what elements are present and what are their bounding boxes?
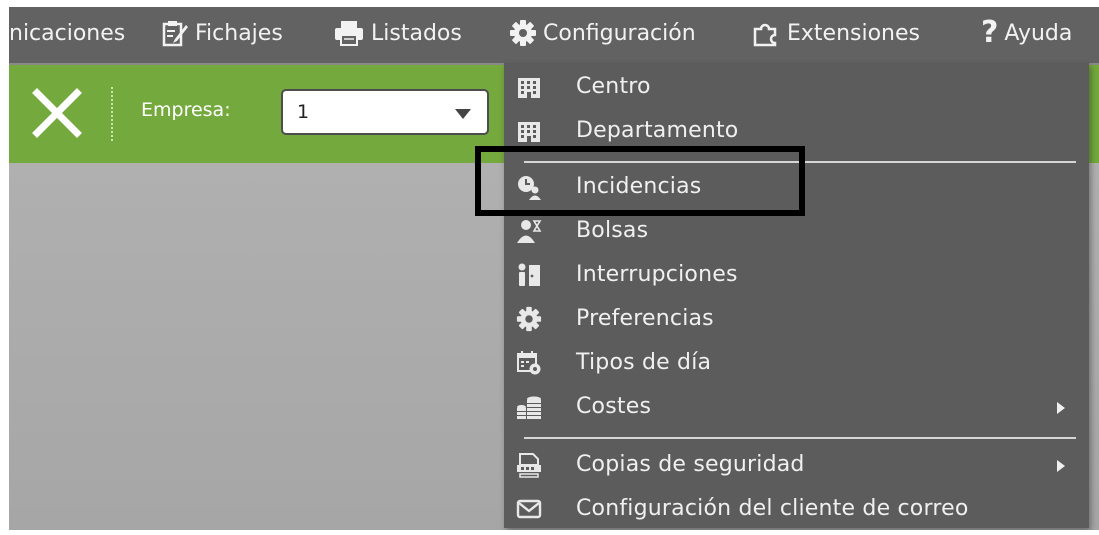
- menu-fichajes[interactable]: Fichajes: [161, 7, 283, 59]
- menu-comunicaciones[interactable]: nicaciones: [9, 7, 125, 59]
- chevron-right-icon: [1057, 402, 1065, 414]
- menu-item-tipos-de-dia[interactable]: Tipos de día: [504, 341, 1089, 385]
- menu-item-costes[interactable]: Costes: [504, 385, 1089, 429]
- menu-item-label: Copias de seguridad: [576, 452, 805, 477]
- highlight-annotation-box: [475, 146, 805, 216]
- menu-label: Extensiones: [787, 20, 920, 46]
- menu-listados[interactable]: Listados: [333, 7, 462, 59]
- menu-item-label: Costes: [576, 394, 652, 419]
- menu-item-label: Configuración del cliente de correo: [576, 496, 969, 521]
- gear-icon: [510, 20, 536, 46]
- building-icon: [518, 78, 540, 98]
- close-icon[interactable]: [31, 87, 83, 139]
- menu-label: Ayuda: [1004, 20, 1073, 46]
- chevron-right-icon: [1057, 460, 1065, 472]
- menu-label: Listados: [371, 20, 462, 46]
- menu-item-label: Interrupciones: [576, 262, 738, 287]
- menu-label: Fichajes: [195, 20, 283, 46]
- menu-item-label: Tipos de día: [576, 350, 712, 375]
- toolbar-separator: [111, 87, 113, 141]
- app-window: nicaciones Fichajes Listados Configuraci…: [9, 7, 1099, 530]
- envelope-icon: [516, 499, 542, 519]
- configuracion-dropdown-menu: Centro Departamento Incidencias Bolsas I…: [504, 63, 1089, 528]
- clipboard-pen-icon: [162, 21, 188, 47]
- gear-icon: [516, 306, 542, 332]
- menu-item-label: Departamento: [576, 118, 739, 143]
- menu-item-centro[interactable]: Centro: [504, 65, 1089, 109]
- menu-ayuda[interactable]: ? Ayuda: [981, 7, 1072, 59]
- question-icon: ?: [981, 15, 999, 50]
- menu-label: Configuración: [543, 20, 696, 46]
- user-hourglass-icon: [517, 220, 542, 243]
- backup-icon: [517, 453, 541, 478]
- empresa-select[interactable]: 1: [281, 89, 489, 135]
- menu-item-preferencias[interactable]: Preferencias: [504, 297, 1089, 341]
- menu-item-interrupciones[interactable]: Interrupciones: [504, 253, 1089, 297]
- coins-icon: [517, 396, 541, 419]
- menu-configuracion[interactable]: Configuración: [509, 7, 696, 59]
- building-icon: [518, 122, 540, 142]
- menu-item-configuracion-correo[interactable]: Configuración del cliente de correo: [504, 487, 1089, 530]
- person-door-icon: [518, 263, 540, 286]
- menu-item-label: Preferencias: [576, 306, 714, 331]
- calendar-gear-icon: [517, 351, 541, 375]
- menu-item-label: Bolsas: [576, 218, 649, 243]
- menu-extensiones[interactable]: Extensiones: [751, 7, 920, 59]
- menu-label: nicaciones: [9, 20, 126, 46]
- empresa-label: Empresa:: [141, 99, 231, 121]
- menu-item-label: Centro: [576, 74, 651, 99]
- puzzle-icon: [753, 23, 777, 47]
- empresa-select-value: 1: [297, 101, 310, 123]
- printer-icon: [335, 21, 363, 46]
- menu-divider: [524, 437, 1076, 439]
- chevron-down-icon: [455, 109, 471, 119]
- top-menu-bar: nicaciones Fichajes Listados Configuraci…: [9, 7, 1099, 65]
- menu-item-copias-de-seguridad[interactable]: Copias de seguridad: [504, 443, 1089, 487]
